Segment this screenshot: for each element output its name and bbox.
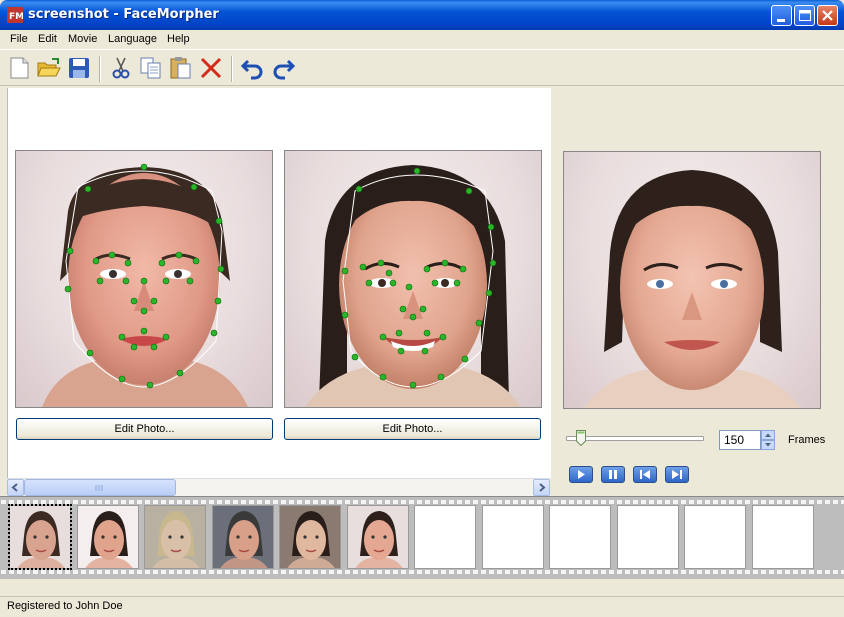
close-button[interactable] [817, 5, 838, 26]
edit-photo-right-button[interactable]: Edit Photo... [284, 418, 541, 440]
face-image [584, 170, 800, 408]
frames-spinner[interactable] [761, 430, 775, 450]
menu-help[interactable]: Help [167, 33, 190, 45]
chevron-left-icon [11, 483, 18, 492]
face-thumbnail [145, 506, 205, 568]
face-thumbnail [280, 506, 340, 568]
frames-label: Frames [788, 434, 826, 446]
film-frame-empty[interactable] [414, 505, 476, 569]
grip-icon [95, 485, 103, 491]
menu-language[interactable]: Language [108, 33, 157, 45]
toolbar [0, 49, 844, 86]
film-frame[interactable] [347, 505, 409, 569]
film-frame[interactable] [77, 505, 139, 569]
copy-icon[interactable] [138, 55, 164, 81]
menu-file[interactable]: File [10, 33, 28, 45]
toolbar-separator [231, 56, 233, 82]
minimize-button[interactable] [771, 5, 792, 26]
morph-slider-track[interactable] [566, 436, 704, 441]
source-photo-left[interactable] [15, 150, 273, 408]
face-thumbnail [10, 506, 70, 568]
face-image [305, 165, 521, 407]
status-text: Registered to John Doe [7, 600, 123, 612]
face-image [42, 163, 248, 407]
film-frame-empty[interactable] [752, 505, 814, 569]
svg-text:FM: FM [9, 12, 23, 22]
film-frame-empty[interactable] [617, 505, 679, 569]
prev-icon [640, 470, 650, 479]
play-button[interactable] [569, 466, 593, 483]
minimize-icon [777, 19, 785, 22]
delete-icon[interactable] [198, 55, 224, 81]
window-title: screenshot - FaceMorpher [28, 7, 219, 22]
scroll-thumb[interactable] [24, 479, 176, 496]
menu-movie[interactable]: Movie [68, 33, 97, 45]
menu-bar: File Edit Movie Language Help [0, 30, 844, 49]
maximize-button[interactable] [794, 5, 815, 26]
source-photo-right[interactable] [284, 150, 542, 408]
film-frame[interactable] [212, 505, 274, 569]
face-thumbnail [348, 506, 408, 568]
chevron-right-icon [539, 483, 546, 492]
scroll-left-button[interactable] [7, 479, 24, 496]
film-frame-empty[interactable] [482, 505, 544, 569]
status-bar: Registered to John Doe [0, 596, 844, 617]
film-frame-empty[interactable] [684, 505, 746, 569]
edit-photo-left-button[interactable]: Edit Photo... [16, 418, 273, 440]
horizontal-scrollbar[interactable] [7, 478, 550, 496]
morph-slider-thumb[interactable] [576, 430, 587, 446]
morph-preview-image [563, 151, 821, 409]
scroll-right-button[interactable] [533, 479, 550, 496]
pause-icon [609, 470, 617, 479]
save-icon[interactable] [66, 55, 92, 81]
frames-input[interactable]: 150 [719, 430, 761, 450]
face-thumbnail [213, 506, 273, 568]
play-icon [578, 470, 585, 479]
film-frame[interactable] [279, 505, 341, 569]
previous-frame-button[interactable] [633, 466, 657, 483]
open-icon[interactable] [36, 55, 62, 81]
pause-button[interactable] [601, 466, 625, 483]
new-icon[interactable] [6, 55, 32, 81]
film-frame-empty[interactable] [549, 505, 611, 569]
maximize-icon [799, 10, 811, 21]
next-frame-button[interactable] [665, 466, 689, 483]
film-perforation [0, 569, 844, 575]
title-bar: FM screenshot - FaceMorpher [0, 0, 844, 30]
next-icon [672, 470, 682, 479]
film-frame[interactable] [8, 504, 72, 570]
redo-icon[interactable] [270, 55, 296, 81]
face-thumbnail [78, 506, 138, 568]
undo-icon[interactable] [240, 55, 266, 81]
close-icon [822, 10, 833, 21]
menu-edit[interactable]: Edit [38, 33, 57, 45]
facemorpher-icon: FM [7, 7, 23, 23]
cut-icon[interactable] [108, 55, 134, 81]
film-frame[interactable] [144, 505, 206, 569]
toolbar-separator [99, 56, 101, 82]
paste-icon[interactable] [168, 55, 194, 81]
